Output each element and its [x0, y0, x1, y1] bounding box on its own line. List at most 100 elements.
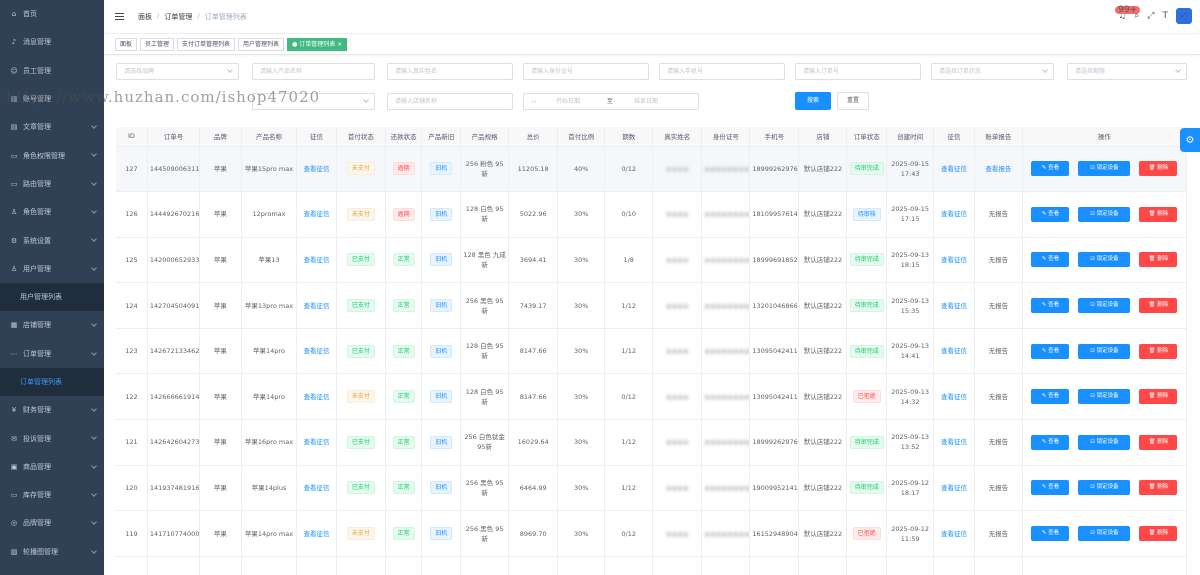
tab-tag[interactable]: 用户管理列表	[238, 38, 285, 51]
sidebar-item[interactable]: ▭ 库存管理	[0, 481, 104, 509]
cell-credit2-link[interactable]: 查看征信	[941, 530, 967, 538]
breadcrumb-item[interactable]: 订单管理	[164, 12, 192, 22]
cell-credit-link[interactable]: 查看征信	[303, 530, 329, 538]
sidebar-item[interactable]: ◎ 品牌管理	[0, 509, 104, 537]
fullscreen-icon[interactable]: ⤢	[1147, 11, 1154, 21]
sidebar-item[interactable]: ▤ 文章管理	[0, 113, 104, 141]
start-date-input[interactable]: 开始日期	[556, 94, 580, 109]
cell-credit2-link[interactable]: 查看征信	[941, 302, 967, 310]
cell-credit2-link[interactable]: 查看征信	[941, 256, 967, 264]
delete-button[interactable]: 🗑 删除	[1139, 480, 1178, 496]
cell-credit-link[interactable]: 查看征信	[303, 256, 329, 264]
tab-tag[interactable]: ● 订单管理列表 ×	[287, 38, 348, 51]
cell-credit-link[interactable]: 查看征信	[303, 393, 329, 401]
search-button[interactable]: 搜索	[795, 92, 831, 110]
lock-device-button[interactable]: ⊡ 锁定设备	[1078, 252, 1131, 268]
cell-credit2-link[interactable]: 查看征信	[941, 393, 967, 401]
bell-icon[interactable]: ♫ 99+	[1115, 6, 1141, 21]
cell-id: 126	[116, 191, 148, 238]
sidebar-item[interactable]: ♙ 角色管理	[0, 198, 104, 226]
cell-credit-link[interactable]: 查看征信	[303, 210, 329, 218]
cell-spec: 256 粉色 95新	[460, 146, 510, 193]
reset-button[interactable]: 重置	[837, 92, 869, 110]
lock-device-button[interactable]: ⊡ 锁定设备	[1078, 298, 1131, 314]
delete-button[interactable]: 🗑 删除	[1139, 206, 1178, 222]
sidebar-item[interactable]: ☺ 员工管理	[0, 57, 104, 85]
delete-button[interactable]: 🗑 删除	[1139, 389, 1178, 405]
lock-device-button[interactable]: ⊡ 锁定设备	[1078, 389, 1131, 405]
view-button[interactable]: ✎ 查看	[1031, 298, 1070, 314]
avatar[interactable]: ✓	[1176, 8, 1192, 24]
view-button[interactable]: ✎ 查看	[1031, 161, 1070, 177]
sidebar-item[interactable]: ⋯ 订单管理	[0, 340, 104, 368]
view-button[interactable]: ✎ 查看	[1031, 389, 1070, 405]
cell-credit2-link[interactable]: 查看征信	[941, 438, 967, 446]
cell-credit-link[interactable]: 查看征信	[303, 347, 329, 355]
lock-device-button[interactable]: ⊡ 锁定设备	[1078, 343, 1131, 359]
idcard-input[interactable]: 请输入身份证号	[523, 63, 649, 80]
settings-float-button[interactable]: ⚙	[1180, 128, 1200, 152]
date-range-picker[interactable]: ▭ 开始日期 至 结束日期	[523, 93, 699, 110]
sidebar-item[interactable]: ▣ 商品管理	[0, 453, 104, 481]
cell-credit2-link[interactable]: 查看征信	[941, 165, 967, 173]
sidebar-item[interactable]: ⚙ 系统设置	[0, 226, 104, 254]
cell-credit2-link[interactable]: 查看征信	[941, 210, 967, 218]
sidebar-item[interactable]: ♪ 消息管理	[0, 28, 104, 56]
cell-report-link[interactable]: 查看报告	[985, 165, 1011, 173]
lock-device-button[interactable]: ⊡ 锁定设备	[1078, 161, 1131, 177]
cell-credit2-link[interactable]: 查看征信	[941, 484, 967, 492]
cell-credit-link[interactable]: 查看征信	[303, 484, 329, 492]
sidebar-item[interactable]: 订单管理列表	[0, 367, 104, 397]
tab-tag[interactable]: 支付订单管理列表	[177, 38, 236, 51]
delete-button[interactable]: 🗑 删除	[1139, 161, 1178, 177]
hamburger-icon[interactable]	[115, 13, 124, 20]
end-date-input[interactable]: 结束日期	[634, 94, 658, 109]
delete-button[interactable]: 🗑 删除	[1139, 526, 1178, 542]
phone-input[interactable]: 请输入手机号	[659, 63, 785, 80]
cell-phone: 13095042411	[749, 373, 800, 421]
sidebar-item[interactable]: ♙ 用户管理	[0, 255, 104, 283]
sidebar-item[interactable]: ⌂ 首页	[0, 0, 104, 28]
product-input[interactable]: 请输入产品名称	[252, 63, 375, 80]
sidebar-item[interactable]: ▤资源分类管理	[0, 566, 104, 575]
lock-device-button[interactable]: ⊡ 锁定设备	[1078, 206, 1131, 222]
font-size-icon[interactable]: T	[1163, 11, 1169, 21]
sidebar-item[interactable]: ▭ 路由管理	[0, 170, 104, 198]
cell-created: 2025-09-13 13:52	[886, 419, 935, 466]
lock-device-button[interactable]: ⊡ 锁定设备	[1078, 480, 1131, 496]
view-button[interactable]: ✎ 查看	[1031, 480, 1070, 496]
view-button[interactable]: ✎ 查看	[1031, 434, 1070, 450]
breadcrumb-item[interactable]: 面板	[138, 12, 152, 22]
shop-name-input[interactable]: 请输入店铺名称	[387, 93, 513, 110]
cell-order-status: 待审核	[846, 191, 888, 238]
cell-report: 无报告	[974, 373, 1023, 421]
sidebar-item[interactable]: ▭ 角色权限管理	[0, 141, 104, 169]
realname-input[interactable]: 请输入真实姓名	[387, 63, 513, 80]
tab-tag[interactable]: 面板	[115, 38, 138, 51]
order-no-input[interactable]: 请输入订单号	[795, 63, 921, 80]
delete-button[interactable]: 🗑 删除	[1139, 434, 1178, 450]
sidebar-item[interactable]: ¥ 财务管理	[0, 396, 104, 424]
sidebar-item[interactable]: ▦ 店铺管理	[0, 311, 104, 339]
delete-button[interactable]: 🗑 删除	[1139, 298, 1178, 314]
cell-credit2-link[interactable]: 查看征信	[941, 347, 967, 355]
view-button[interactable]: ✎ 查看	[1031, 526, 1070, 542]
tab-tag[interactable]: 员工管理	[140, 38, 175, 51]
lock-device-button[interactable]: ⊡ 锁定设备	[1078, 526, 1131, 542]
period-select[interactable]: 请选择期限	[1067, 63, 1187, 80]
lock-device-button[interactable]: ⊡ 锁定设备	[1078, 434, 1131, 450]
view-button[interactable]: ✎ 查看	[1031, 343, 1070, 359]
delete-button[interactable]: 🗑 删除	[1139, 252, 1178, 268]
delete-button[interactable]: 🗑 删除	[1139, 343, 1178, 359]
view-button[interactable]: ✎ 查看	[1031, 252, 1070, 268]
order-status-select[interactable]: 请选择订单状态	[931, 63, 1054, 80]
cell-credit-link[interactable]: 查看征信	[303, 438, 329, 446]
cell-credit-link[interactable]: 查看征信	[303, 302, 329, 310]
cell-credit-link[interactable]: 查看征信	[303, 165, 329, 173]
view-button[interactable]: ✎ 查看	[1031, 206, 1070, 222]
stock-icon: ▭	[10, 491, 18, 500]
sidebar-item[interactable]: 用户管理列表	[0, 282, 104, 312]
sidebar-item[interactable]: ✉ 投诉管理	[0, 424, 104, 452]
sidebar-item[interactable]: ▨ 轮播图管理	[0, 538, 104, 566]
brand-select[interactable]: 请选择品牌	[116, 63, 239, 80]
